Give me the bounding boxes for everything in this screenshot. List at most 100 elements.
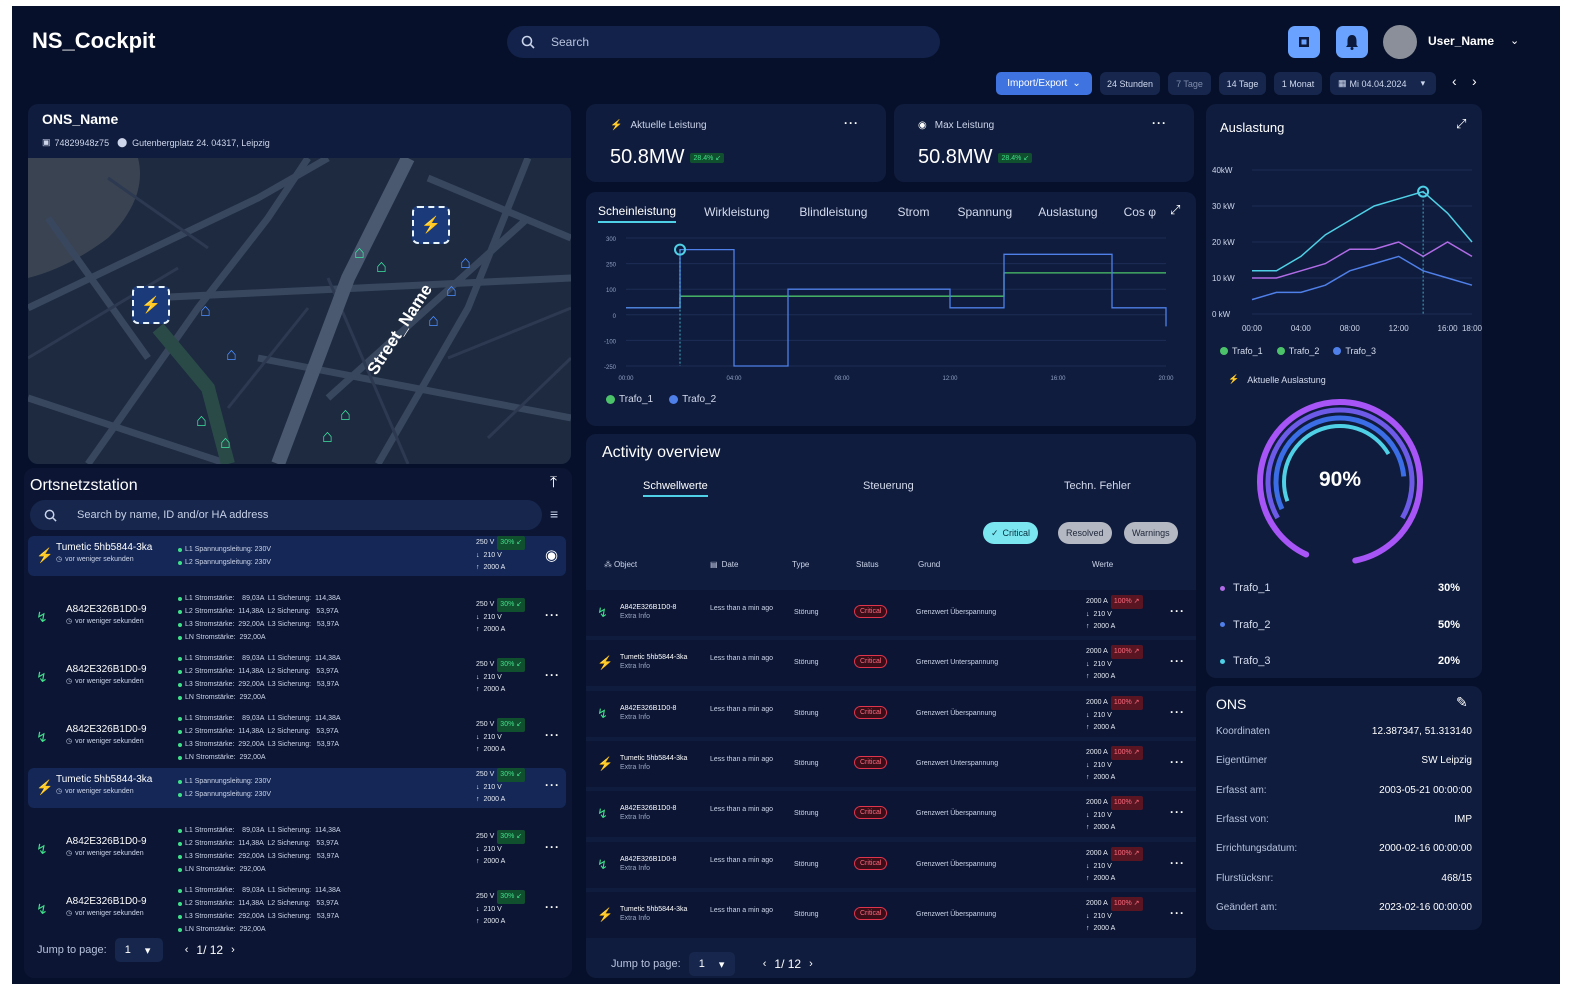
station-search-input[interactable]: Search by name, ID and/or HA address bbox=[30, 500, 542, 530]
activity-row[interactable]: ⚡ Tumetic 5hb5844-3ka Extra Info Less th… bbox=[586, 891, 1196, 938]
expand-icon[interactable]: ⤢ bbox=[1170, 202, 1180, 218]
utilization-value: 30% bbox=[1437, 582, 1460, 594]
more-options-icon[interactable]: ··· bbox=[1170, 856, 1185, 870]
house-marker-icon[interactable]: ⌂ bbox=[354, 242, 365, 263]
station-row[interactable]: ⚡ Tumetic 5hb5844-3ka ◷ vor weniger sekun… bbox=[28, 536, 566, 576]
col-status[interactable]: Status bbox=[856, 560, 918, 569]
house-marker-icon[interactable]: ⌂ bbox=[340, 404, 351, 425]
more-options-icon[interactable]: ··· bbox=[1170, 705, 1185, 719]
activity-object: A842E326B1D0-8 bbox=[620, 855, 677, 863]
col-date[interactable]: ▤ Date bbox=[710, 560, 792, 569]
activity-row[interactable]: ↯ A842E326B1D0-8 Extra Info Less than a … bbox=[586, 791, 1196, 838]
more-options-icon[interactable]: ··· bbox=[545, 778, 560, 792]
arrow-down-icon: ↓ bbox=[1086, 611, 1090, 618]
chart-tab[interactable]: Blindleistung bbox=[799, 205, 867, 222]
house-marker-icon[interactable]: ⌂ bbox=[220, 432, 231, 453]
station-row[interactable]: ↯ A842E326B1D0-9 ◷ vor weniger sekunden L… bbox=[28, 822, 566, 878]
filter-icon[interactable]: ≡ bbox=[550, 506, 558, 522]
import-export-button[interactable]: Import/Export ⌄ bbox=[996, 72, 1092, 95]
arrow-down-icon: ↓ bbox=[1086, 711, 1090, 719]
more-options-icon[interactable]: ··· bbox=[545, 608, 560, 622]
expand-icon[interactable]: ⤢ bbox=[1456, 116, 1466, 132]
chart-tab[interactable]: Cos φ bbox=[1124, 205, 1156, 222]
page-select[interactable]: 1 ▾ bbox=[688, 952, 735, 976]
prev-page-icon[interactable]: ‹ bbox=[185, 944, 189, 956]
more-options-icon[interactable]: ··· bbox=[1170, 755, 1185, 769]
activity-row[interactable]: ↯ A842E326B1D0-8 Extra Info Less than a … bbox=[586, 841, 1196, 888]
more-options-icon[interactable]: ··· bbox=[545, 900, 560, 914]
activity-row[interactable]: ↯ A842E326B1D0-8 Extra Info Less than a … bbox=[586, 690, 1196, 737]
house-marker-icon[interactable]: ⌂ bbox=[376, 256, 387, 277]
station-row-detail: LN Stromstärke: 292,00A bbox=[185, 866, 266, 873]
tab-schwellwerte[interactable]: Schwellwerte bbox=[643, 480, 708, 497]
activity-type: Störung bbox=[794, 659, 819, 667]
prev-page-icon[interactable]: ‹ bbox=[763, 958, 767, 970]
station-row[interactable]: ↯ A842E326B1D0-9 ◷ vor weniger sekunden L… bbox=[28, 882, 566, 938]
range-7d-button[interactable]: 7 Tage bbox=[1168, 72, 1211, 95]
more-options-icon[interactable]: ··· bbox=[1170, 906, 1185, 920]
station-row[interactable]: ↯ A842E326B1D0-9 ◷ vor weniger sekunden L… bbox=[28, 650, 566, 706]
chart-tab[interactable]: Wirkleistung bbox=[704, 205, 769, 222]
house-marker-icon[interactable]: ⌂ bbox=[200, 300, 211, 321]
substation-marker[interactable]: ⚡ bbox=[412, 206, 450, 244]
house-marker-icon[interactable]: ⌂ bbox=[446, 280, 457, 301]
station-row[interactable]: ↯ A842E326B1D0-9 ◷ vor weniger sekunden L… bbox=[28, 590, 566, 646]
filter-warnings[interactable]: Warnings bbox=[1124, 522, 1178, 544]
more-options-icon[interactable]: ··· bbox=[1170, 654, 1185, 668]
more-options-icon[interactable]: ··· bbox=[545, 668, 560, 682]
collapse-up-icon[interactable]: ⤒ bbox=[550, 474, 557, 492]
filter-resolved[interactable]: Resolved bbox=[1058, 522, 1112, 544]
more-options-icon[interactable]: ··· bbox=[545, 728, 560, 742]
next-date-arrow-icon[interactable]: › bbox=[1472, 73, 1477, 89]
filter-critical[interactable]: ✓ Critical bbox=[983, 522, 1039, 544]
col-werte[interactable]: Werte bbox=[1092, 560, 1152, 569]
date-picker[interactable]: ▦ Mi 04.04.2024 ▾ bbox=[1330, 72, 1436, 95]
chart-tab[interactable]: Auslastung bbox=[1038, 205, 1097, 222]
house-marker-icon[interactable]: ⌂ bbox=[322, 426, 333, 447]
substation-marker[interactable]: ⚡ bbox=[132, 286, 170, 324]
range-1m-button[interactable]: 1 Monat bbox=[1274, 72, 1322, 95]
page-select[interactable]: 1 ▾ bbox=[114, 938, 163, 962]
house-marker-icon[interactable]: ⌂ bbox=[226, 344, 237, 365]
grid-app-button[interactable] bbox=[1288, 26, 1320, 58]
chart-tab[interactable]: Scheinleistung bbox=[598, 204, 677, 223]
chart-tab[interactable]: Spannung bbox=[957, 205, 1012, 222]
avatar[interactable] bbox=[1383, 25, 1417, 59]
col-grund[interactable]: Grund bbox=[918, 560, 1092, 569]
user-name[interactable]: User_Name bbox=[1428, 34, 1494, 48]
more-options-icon[interactable]: ··· bbox=[844, 116, 859, 130]
range-24h-button[interactable]: 24 Stunden bbox=[1100, 72, 1160, 95]
col-object[interactable]: ⁂ Object bbox=[604, 560, 710, 569]
station-map[interactable]: Street_Name bbox=[28, 158, 571, 464]
prev-date-arrow-icon[interactable]: ‹ bbox=[1452, 73, 1457, 89]
house-marker-icon[interactable]: ⌂ bbox=[196, 410, 207, 431]
tab-techn-fehler[interactable]: Techn. Fehler bbox=[1064, 480, 1131, 492]
next-page-icon[interactable]: › bbox=[809, 958, 813, 970]
activity-value: 2000 A bbox=[1093, 874, 1116, 882]
notifications-button[interactable] bbox=[1336, 26, 1368, 58]
activity-row[interactable]: ↯ A842E326B1D0-8 Extra Info Less than a … bbox=[586, 590, 1196, 636]
range-14d-button[interactable]: 14 Tage bbox=[1219, 72, 1266, 95]
next-page-icon[interactable]: › bbox=[231, 944, 235, 956]
house-marker-icon[interactable]: ⌂ bbox=[460, 252, 471, 273]
more-options-icon[interactable]: ··· bbox=[1170, 604, 1185, 618]
station-row[interactable]: ↯ A842E326B1D0-9 ◷ vor weniger sekunden L… bbox=[28, 710, 566, 766]
activity-row[interactable]: ⚡ Tumetic 5hb5844-3ka Extra Info Less th… bbox=[586, 640, 1196, 687]
station-row[interactable]: ⚡ Tumetic 5hb5844-3ka ◷ vor weniger sekun… bbox=[28, 768, 566, 808]
more-options-icon[interactable]: ··· bbox=[1152, 116, 1167, 130]
global-search[interactable]: Search bbox=[507, 26, 940, 58]
status-dot-icon bbox=[178, 560, 182, 565]
tab-steuerung[interactable]: Steuerung bbox=[863, 480, 914, 492]
activity-row[interactable]: ⚡ Tumetic 5hb5844-3ka Extra Info Less th… bbox=[586, 740, 1196, 787]
chevron-down-icon[interactable]: ⌄ bbox=[1510, 34, 1519, 47]
edit-pencil-icon[interactable]: ✎ bbox=[1456, 694, 1468, 711]
col-type[interactable]: Type bbox=[792, 560, 856, 569]
eye-icon[interactable]: ◉ bbox=[545, 546, 558, 564]
arrow-up-icon: ↑ bbox=[476, 796, 480, 803]
chart-tab[interactable]: Strom bbox=[897, 205, 929, 222]
more-options-icon[interactable]: ··· bbox=[545, 840, 560, 854]
activity-value: 2000 A bbox=[1093, 773, 1116, 781]
more-options-icon[interactable]: ··· bbox=[1170, 805, 1185, 819]
house-marker-icon[interactable]: ⌂ bbox=[428, 310, 439, 331]
activity-reason: Grenzwert Unterspannung bbox=[916, 659, 999, 667]
